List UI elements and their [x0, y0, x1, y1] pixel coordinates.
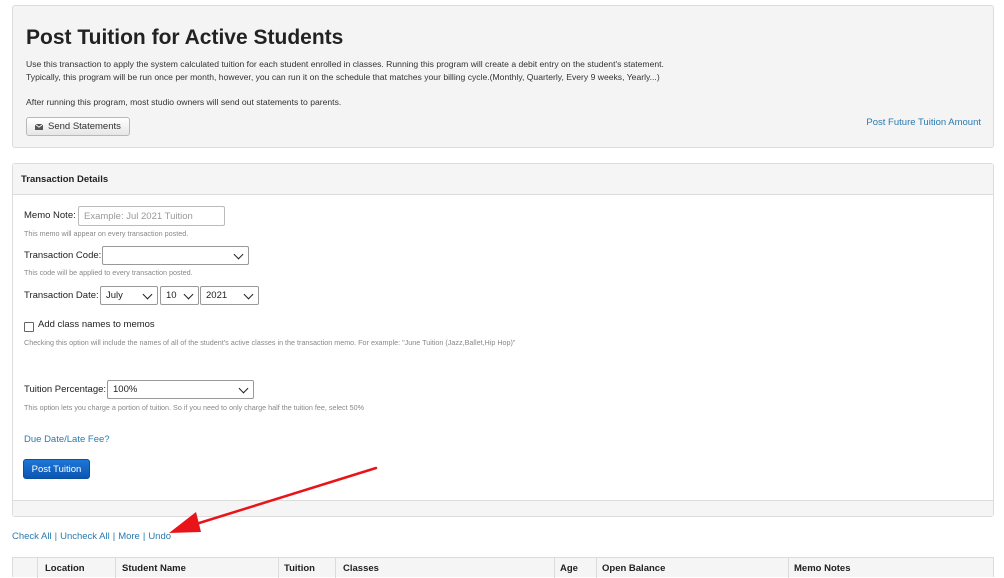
transaction-month-select[interactable]: July: [100, 286, 158, 305]
separator: |: [112, 531, 116, 542]
page-header: Post Tuition for Active Students Use thi…: [12, 5, 994, 148]
bulk-actions: Check All | Uncheck All | More | Undo: [12, 531, 171, 542]
tuition-percentage-value: 100%: [113, 384, 138, 395]
panel-footer: [13, 500, 993, 516]
chevron-down-icon: [183, 289, 194, 300]
column-divider: [788, 558, 789, 578]
post-tuition-button[interactable]: Post Tuition: [23, 459, 90, 479]
send-statements-label: Send Statements: [48, 121, 121, 132]
add-class-names-checkbox[interactable]: [24, 322, 34, 332]
chevron-down-icon: [243, 289, 254, 300]
memo-note-input[interactable]: [78, 206, 225, 226]
uncheck-all-link[interactable]: Uncheck All: [60, 531, 110, 542]
due-date-late-fee-link[interactable]: Due Date/Late Fee?: [24, 434, 110, 445]
column-divider: [335, 558, 336, 578]
tuition-percentage-help: This option lets you charge a portion of…: [24, 403, 365, 412]
panel-title: Transaction Details: [13, 164, 993, 195]
chevron-down-icon: [233, 249, 244, 260]
column-header-age[interactable]: Age: [560, 563, 578, 574]
column-header-student-name[interactable]: Student Name: [122, 563, 186, 574]
transaction-day-select[interactable]: 10: [160, 286, 199, 305]
transaction-date-label: Transaction Date:: [24, 290, 99, 301]
column-divider: [115, 558, 116, 578]
transaction-day-value: 10: [166, 290, 177, 301]
add-class-names-help: Checking this option will include the na…: [24, 338, 516, 347]
transaction-year-value: 2021: [206, 290, 228, 301]
column-divider: [554, 558, 555, 578]
student-table-header: Location Student Name Tuition Classes Ag…: [12, 557, 994, 578]
page-description: Use this transaction to apply the system…: [26, 58, 664, 84]
column-header-open-balance[interactable]: Open Balance: [602, 563, 665, 574]
memo-note-help: This memo will appear on every transacti…: [24, 229, 189, 238]
description-line-2: Typically, this program will be run once…: [26, 72, 660, 82]
tuition-percentage-select[interactable]: 100%: [107, 380, 254, 399]
transaction-year-select[interactable]: 2021: [200, 286, 259, 305]
column-header-tuition[interactable]: Tuition: [284, 563, 315, 574]
page-title: Post Tuition for Active Students: [26, 26, 344, 49]
check-all-link[interactable]: Check All: [12, 531, 52, 542]
column-divider: [278, 558, 279, 578]
transaction-code-help: This code will be applied to every trans…: [24, 268, 193, 277]
separator: |: [54, 531, 58, 542]
tuition-percentage-label: Tuition Percentage:: [24, 384, 107, 395]
send-statements-button[interactable]: Send Statements: [26, 117, 130, 136]
transaction-details-panel: Transaction Details Memo Note: This memo…: [12, 163, 994, 517]
add-class-names-label: Add class names to memos: [38, 319, 155, 330]
more-link[interactable]: More: [118, 531, 140, 542]
post-future-tuition-link[interactable]: Post Future Tuition Amount: [866, 117, 981, 128]
column-divider: [596, 558, 597, 578]
transaction-code-label: Transaction Code:: [24, 250, 102, 261]
column-header-classes[interactable]: Classes: [343, 563, 379, 574]
envelope-icon: [35, 123, 43, 130]
description-line-1: Use this transaction to apply the system…: [26, 59, 664, 69]
column-divider: [37, 558, 38, 578]
column-header-location[interactable]: Location: [45, 563, 85, 574]
column-header-memo-notes[interactable]: Memo Notes: [794, 563, 850, 574]
transaction-code-select[interactable]: [102, 246, 249, 265]
description-line-3: After running this program, most studio …: [26, 97, 342, 107]
memo-note-label: Memo Note:: [24, 210, 76, 221]
undo-link[interactable]: Undo: [148, 531, 171, 542]
chevron-down-icon: [142, 289, 153, 300]
chevron-down-icon: [238, 383, 249, 394]
transaction-month-value: July: [106, 290, 123, 301]
